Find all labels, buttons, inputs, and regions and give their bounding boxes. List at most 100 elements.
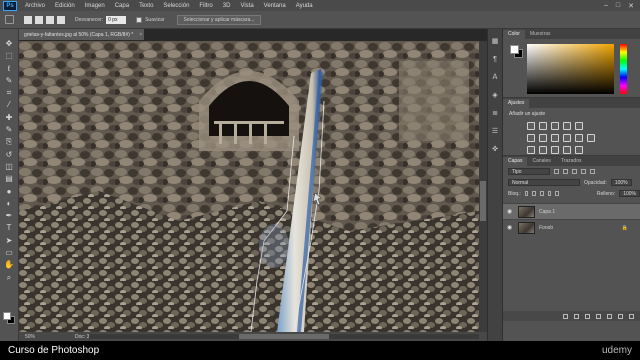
document-tab[interactable]: grietas-y-faltantes.jpg al 50% (Capa 1, … [19,29,144,40]
properties-panel-icon[interactable]: ◈ [491,91,500,100]
crop-icon[interactable]: ⌗ [4,88,14,98]
menu-texto[interactable]: Texto [134,3,158,9]
photo-filter-icon[interactable] [563,134,571,142]
channel-mixer-icon[interactable] [575,134,583,142]
lock-transparent-icon[interactable] [524,191,529,196]
paragraph-panel-icon[interactable]: ¶ [491,55,500,64]
filter-pixel-icon[interactable] [554,169,559,174]
tab-layers[interactable]: Capas [503,157,528,166]
brush-panel-icon[interactable]: ✜ [491,145,500,154]
lasso-icon[interactable]: ℓ [4,64,14,74]
intersect-selection-icon[interactable] [57,15,65,24]
levels-icon[interactable] [539,122,547,130]
dodge-icon[interactable]: ◐ [4,199,14,209]
panel-foreground-swatch[interactable] [510,45,519,54]
layer-name[interactable]: Fondo [539,225,553,231]
lock-position-icon[interactable] [540,191,544,196]
lock-artboard-icon[interactable] [547,191,552,196]
stamp-icon[interactable]: ⎘ [4,137,14,147]
eyedropper-icon[interactable]: ⁄ [4,100,14,110]
eraser-icon[interactable]: ◫ [4,162,14,172]
new-adjustment-icon[interactable] [596,313,601,319]
threshold-icon[interactable] [551,146,559,154]
lock-all-icon[interactable] [555,191,559,196]
filter-adjustment-icon[interactable] [563,169,568,174]
add-mask-icon[interactable] [585,313,590,319]
hue-slider[interactable] [620,44,627,94]
type-icon[interactable]: T [4,223,14,233]
close-document-icon[interactable]: × [139,32,142,38]
new-selection-icon[interactable] [24,15,32,24]
new-group-icon[interactable] [607,313,612,319]
character-panel-icon[interactable]: Ａ [491,73,500,82]
layer-row-fondo[interactable]: ◉ Fondo 🔒 [503,219,640,235]
color-picker-field[interactable] [527,44,614,94]
lock-image-icon[interactable] [532,191,537,196]
layer-name[interactable]: Capa 1 [539,209,555,215]
blend-mode-select[interactable]: Normal [508,179,580,186]
menu-capa[interactable]: Capa [110,3,134,9]
kind-filter-select[interactable]: Tipo [508,168,550,175]
visibility-eye-icon[interactable]: ◉ [507,208,514,215]
selective-color-icon[interactable] [575,146,583,154]
menu-vista[interactable]: Vista [235,3,258,9]
delete-layer-icon[interactable] [629,313,634,319]
maximize-icon[interactable]: □ [616,2,620,10]
menu-seleccion[interactable]: Selección [158,3,194,9]
menu-3d[interactable]: 3D [218,3,236,9]
tab-swatches[interactable]: Muestras [525,30,556,39]
new-layer-icon[interactable] [618,313,623,319]
menu-ventana[interactable]: Ventana [259,3,291,9]
color-lookup-icon[interactable] [587,134,595,142]
brightness-icon[interactable] [527,122,535,130]
feather-input[interactable]: 0 px [106,15,127,24]
brush-icon[interactable]: ✎ [4,125,14,135]
move-icon[interactable]: ✥ [4,39,14,49]
minimize-icon[interactable]: – [604,2,608,10]
tab-paths[interactable]: Trazados [556,157,587,166]
filter-type-icon[interactable] [572,169,577,174]
hscroll-thumb[interactable] [239,334,329,339]
history-brush-icon[interactable]: ↺ [4,150,14,160]
invert-icon[interactable] [527,146,535,154]
menu-ayuda[interactable]: Ayuda [291,3,318,9]
link-layers-icon[interactable] [563,313,568,319]
opacity-input[interactable]: 100% [610,179,632,186]
vertical-scrollbar[interactable] [479,41,487,332]
menu-imagen[interactable]: Imagen [80,3,110,9]
color-balance-icon[interactable] [539,134,547,142]
gradient-icon[interactable]: ▤ [4,174,14,184]
curves-icon[interactable] [551,122,559,130]
hand-icon[interactable]: ✋ [4,260,14,270]
lasso-preset-icon[interactable] [5,15,14,24]
marquee-icon[interactable]: ⬚ [4,51,14,61]
healing-icon[interactable]: ✚ [4,113,14,123]
subtract-selection-icon[interactable] [46,15,54,24]
tab-color[interactable]: Color [503,30,525,39]
menu-archivo[interactable]: Archivo [20,3,50,9]
black-white-icon[interactable] [551,134,559,142]
vibrance-icon[interactable] [575,122,583,130]
quick-select-icon[interactable]: ✎ [4,76,14,86]
info-panel-icon[interactable]: ☰ [491,127,500,136]
close-icon[interactable]: ✕ [628,2,634,10]
zoom-icon[interactable]: ⌕ [4,273,14,283]
pen-icon[interactable]: ✒ [4,211,14,221]
gradient-map-icon[interactable] [563,146,571,154]
horizontal-scrollbar[interactable] [89,334,479,339]
visibility-eye-icon[interactable]: ◉ [507,224,514,231]
tab-adjustments[interactable]: Ajustes [503,99,530,108]
scroll-thumb[interactable] [480,181,486,221]
zoom-level[interactable]: 50% [25,334,35,340]
posterize-icon[interactable] [539,146,547,154]
blur-icon[interactable]: ● [4,187,14,197]
image-canvas[interactable] [19,41,479,332]
history-panel-icon[interactable]: ▦ [491,37,500,46]
fill-input[interactable]: 100% [619,190,640,197]
layer-style-icon[interactable] [574,313,579,319]
filter-shape-icon[interactable] [581,169,586,174]
filter-smart-icon[interactable] [590,169,595,174]
actions-panel-icon[interactable]: ≣ [491,109,500,118]
smooth-checkbox[interactable] [136,16,143,23]
menu-edicion[interactable]: Edición [50,3,80,9]
